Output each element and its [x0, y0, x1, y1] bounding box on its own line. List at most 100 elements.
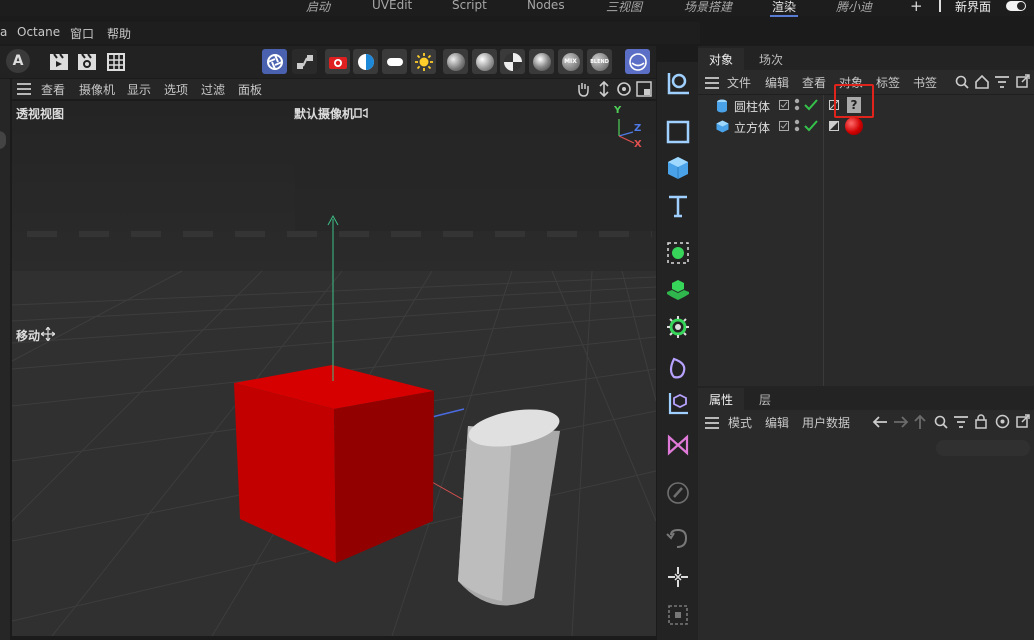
attr-menu-user-data[interactable]: 用户数据: [802, 414, 850, 431]
object-name[interactable]: 圆柱体: [734, 98, 770, 115]
new-layout-toggle[interactable]: [1006, 1, 1026, 11]
attr-menu-mode[interactable]: 模式: [728, 414, 752, 431]
enabled-check-icon[interactable]: [804, 120, 818, 132]
back-arrow-icon[interactable]: [872, 415, 888, 429]
snap-tool[interactable]: [663, 562, 692, 591]
orbit-icon[interactable]: [616, 81, 632, 97]
viewport-menu-options[interactable]: 选项: [164, 81, 188, 98]
menu-item-window[interactable]: 窗口: [70, 25, 94, 42]
om-menu-tags[interactable]: 标签: [876, 74, 900, 91]
material-specular-button[interactable]: [500, 49, 525, 74]
material-glossy-button[interactable]: [472, 49, 497, 74]
tab-attributes[interactable]: 属性: [709, 391, 733, 408]
cylinder-icon: [717, 99, 727, 113]
layout-tab-three-view[interactable]: 三视图: [606, 0, 642, 15]
render-settings-button[interactable]: [74, 49, 99, 74]
rectangle-spline-tool[interactable]: [663, 117, 692, 146]
enabled-check-icon[interactable]: [804, 99, 818, 111]
layout-tab-scene-build[interactable]: 场景搭建: [684, 0, 732, 15]
octane-sky-button[interactable]: [625, 49, 650, 74]
active-camera-label[interactable]: 默认摄像机: [294, 105, 354, 122]
pan-hand-icon[interactable]: [575, 81, 591, 97]
octane-camera-button[interactable]: [325, 49, 350, 74]
phong-tag-icon[interactable]: [829, 121, 839, 131]
object-row-cube[interactable]: 立方体: [698, 116, 1034, 137]
home-icon[interactable]: [975, 75, 989, 89]
material-mix-button[interactable]: MIX: [558, 49, 583, 74]
add-layout-button[interactable]: +: [910, 0, 923, 15]
material-diffuse-button[interactable]: [443, 49, 468, 74]
camera-link-icon[interactable]: [354, 107, 368, 119]
workplane-tool[interactable]: [663, 600, 692, 629]
layout-tab-nodes[interactable]: Nodes: [527, 0, 565, 12]
tab-layers[interactable]: 层: [759, 391, 771, 408]
effector-tool[interactable]: [663, 312, 692, 341]
octane-sunlight-button[interactable]: [411, 49, 436, 74]
om-menu-view[interactable]: 查看: [802, 74, 826, 91]
subdivision-tool[interactable]: [663, 238, 692, 267]
viewport-menu-filter[interactable]: 过滤: [201, 81, 225, 98]
field-tool[interactable]: [663, 388, 692, 417]
menu-item-octane[interactable]: Octane: [17, 25, 60, 39]
layer-check-icon[interactable]: [779, 100, 789, 110]
menu-item-partial[interactable]: a: [0, 25, 7, 39]
om-menu-edit[interactable]: 编辑: [765, 74, 789, 91]
viewport-menu-camera[interactable]: 摄像机: [79, 81, 115, 98]
text-tool[interactable]: [663, 191, 692, 220]
visibility-dots-icon[interactable]: [794, 118, 800, 134]
maximize-view-icon[interactable]: [636, 81, 652, 97]
menu-item-help[interactable]: 帮助: [107, 25, 131, 42]
search-icon[interactable]: [955, 75, 969, 89]
layout-tab-render[interactable]: 渲染: [769, 0, 799, 17]
undo-tool[interactable]: [663, 524, 692, 553]
viewport-menu-view[interactable]: 查看: [41, 81, 65, 98]
viewport-menu-panel[interactable]: 面板: [238, 81, 262, 98]
forward-arrow-icon[interactable]: [893, 415, 909, 429]
layout-tab-script[interactable]: Script: [452, 0, 487, 12]
material-blend-button[interactable]: BLEND: [587, 49, 612, 74]
scene-tool[interactable]: [663, 430, 692, 459]
render-view-button[interactable]: [46, 49, 71, 74]
hamburger-icon[interactable]: [705, 77, 719, 89]
layout-tab-uvedit[interactable]: UVEdit: [372, 0, 412, 12]
attr-menu-edit[interactable]: 编辑: [765, 414, 789, 431]
octane-nodes-button[interactable]: [292, 49, 317, 74]
lock-icon[interactable]: [975, 414, 987, 429]
hamburger-icon[interactable]: [17, 83, 31, 95]
dolly-arrows-icon[interactable]: [597, 81, 611, 97]
octane-arealight-button[interactable]: [382, 49, 407, 74]
dotted-square-icon: [667, 604, 688, 625]
new-window-icon[interactable]: [1016, 74, 1030, 88]
up-arrow-icon[interactable]: [913, 414, 927, 430]
filter-icon[interactable]: [954, 416, 968, 428]
layout-tab-tengxiaodi[interactable]: 腾小迪: [836, 0, 872, 15]
material-metal-button[interactable]: [529, 49, 554, 74]
grid-button[interactable]: [103, 49, 128, 74]
perspective-viewport[interactable]: 透视视图 默认摄像机 Y Z X 移动: [12, 101, 656, 636]
cloner-tool[interactable]: [663, 276, 692, 305]
auto-key-button[interactable]: A: [6, 49, 30, 73]
hamburger-icon[interactable]: [705, 417, 719, 429]
sculpt-tool[interactable]: [663, 478, 692, 507]
visibility-dots-icon[interactable]: [794, 97, 800, 113]
viewport-menu-display[interactable]: 显示: [127, 81, 151, 98]
search-icon[interactable]: [934, 415, 948, 429]
object-name[interactable]: 立方体: [734, 119, 770, 136]
octane-aperture-button[interactable]: [262, 49, 287, 74]
filter-icon[interactable]: [995, 76, 1009, 88]
aperture-icon: [266, 53, 283, 70]
om-menu-bookmarks[interactable]: 书签: [913, 74, 937, 91]
side-handle[interactable]: [0, 131, 6, 149]
red-material-tag-icon[interactable]: [845, 117, 863, 135]
layer-check-icon[interactable]: [779, 121, 789, 131]
tab-takes[interactable]: 场次: [759, 51, 783, 68]
null-object-tool[interactable]: [663, 68, 692, 97]
deformer-tool[interactable]: [663, 354, 692, 383]
layout-tab-startup[interactable]: 启动: [306, 0, 330, 15]
new-window-icon[interactable]: [1016, 414, 1030, 428]
octane-daylight-button[interactable]: [353, 49, 378, 74]
om-menu-file[interactable]: 文件: [727, 74, 751, 91]
target-icon[interactable]: [995, 414, 1010, 429]
clapper-icon: [49, 52, 68, 70]
cube-primitive-tool[interactable]: [663, 153, 692, 182]
